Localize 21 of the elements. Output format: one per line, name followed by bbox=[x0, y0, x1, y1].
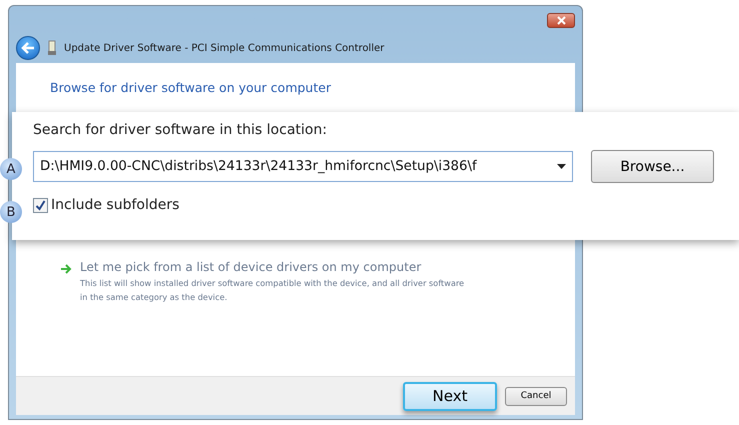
callout-badge: A bbox=[0, 158, 22, 180]
back-arrow-icon bbox=[21, 42, 35, 54]
next-button[interactable]: Next bbox=[403, 382, 497, 410]
include-subfolders-label: Include subfolders bbox=[51, 197, 180, 213]
dropdown-icon bbox=[557, 164, 566, 169]
back-button[interactable] bbox=[16, 36, 40, 60]
location-label: Search for driver software in this location: bbox=[33, 122, 328, 138]
pick-from-list-link[interactable]: Let me pick from a list of device drivers on my computer bbox=[80, 260, 470, 274]
close-button[interactable] bbox=[547, 13, 575, 28]
include-subfolders-checkbox[interactable] bbox=[33, 198, 48, 212]
page-heading: Browse for driver software on your computer bbox=[50, 80, 332, 95]
window-title: Update Driver Software - PCI Simple Communications Controller bbox=[64, 42, 384, 54]
callout-badge: B bbox=[0, 201, 22, 223]
close-icon bbox=[556, 16, 566, 25]
cancel-button[interactable]: Cancel bbox=[505, 386, 567, 406]
arrow-icon bbox=[60, 263, 72, 275]
option-description: This list will show installed driver software compatible with the device, and all driver software in the same category as the device. bbox=[80, 277, 466, 304]
browse-button[interactable]: Browse... bbox=[591, 150, 714, 183]
checkmark-icon bbox=[35, 200, 46, 210]
location-combo-box[interactable]: D:\HMI9.0.00-CNC\distribs\24133r\24133r_hmiforcnc\Setup\i386\f bbox=[33, 151, 573, 182]
device-icon bbox=[48, 40, 56, 56]
